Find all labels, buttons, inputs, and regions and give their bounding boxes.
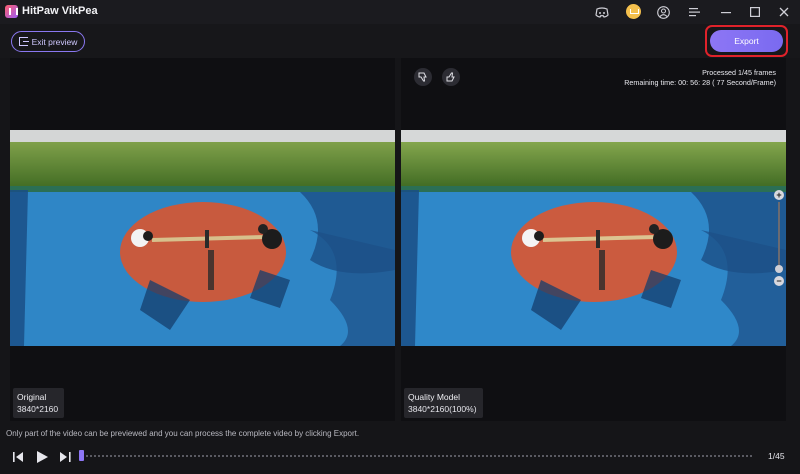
thumbs-down-button[interactable] [414,68,432,86]
zoom-thumb[interactable] [775,265,783,273]
vip-crown-icon[interactable] [626,4,641,19]
play-icon [36,451,48,463]
quality-model-preview-panel: Processed 1/45 frames Remaining time: 00… [401,58,786,421]
discord-icon[interactable] [594,4,610,20]
prev-frame-button[interactable] [11,450,25,464]
user-icon[interactable] [655,4,671,20]
export-label: Export [734,36,759,46]
thumbs-up-button[interactable] [442,68,460,86]
timeline-playhead[interactable] [79,450,84,461]
quality-model-title: Quality Model [408,392,460,402]
next-frame-icon [59,452,71,462]
original-resolution: 3840*2160 [17,404,59,414]
quality-model-label-box: Quality Model 3840*2160(100%) [404,388,483,418]
export-highlight-box: Export [705,25,788,57]
processed-frames-text: Processed 1/45 frames [702,68,776,77]
original-preview-panel: Original 3840*2160 [10,58,395,421]
original-label-box: Original 3840*2160 [13,388,65,418]
thumbs-down-icon [418,72,427,82]
minimize-icon[interactable] [718,4,734,20]
prev-frame-icon [12,452,23,462]
app-logo-icon [5,5,18,18]
original-title: Original [17,392,47,402]
exit-preview-button[interactable]: Exit preview [11,31,85,52]
close-icon[interactable] [776,4,792,20]
exit-preview-label: Exit preview [31,36,78,47]
quality-model-video-frame [401,130,786,346]
preview-notice: Only part of the video can be previewed … [6,429,360,438]
play-button[interactable] [35,450,49,464]
quality-model-resolution: 3840*2160(100%) [408,404,477,414]
maximize-icon[interactable] [747,4,763,20]
zoom-track[interactable] [778,202,780,272]
title-bar: HitPaw VikPea [0,0,800,24]
remaining-time-text: Remaining time: 00: 56: 28 ( 77 Second/F… [624,78,776,87]
app-title: HitPaw VikPea [22,5,98,17]
timeline-track[interactable] [82,455,754,457]
zoom-slider[interactable]: + − [774,190,784,286]
thumbs-up-icon [446,72,455,82]
zoom-in-button[interactable]: + [774,190,784,200]
menu-icon[interactable] [686,4,702,20]
export-button[interactable]: Export [710,30,783,52]
preview-toolbar: Exit preview [0,24,800,58]
zoom-out-button[interactable]: − [774,276,784,286]
frame-counter: 1/45 [768,451,785,461]
exit-preview-icon [18,37,29,46]
playback-bar: 1/45 [0,442,800,474]
processing-stats: Processed 1/45 frames Remaining time: 00… [624,68,776,88]
original-video-frame [10,130,395,346]
next-frame-button[interactable] [58,450,72,464]
